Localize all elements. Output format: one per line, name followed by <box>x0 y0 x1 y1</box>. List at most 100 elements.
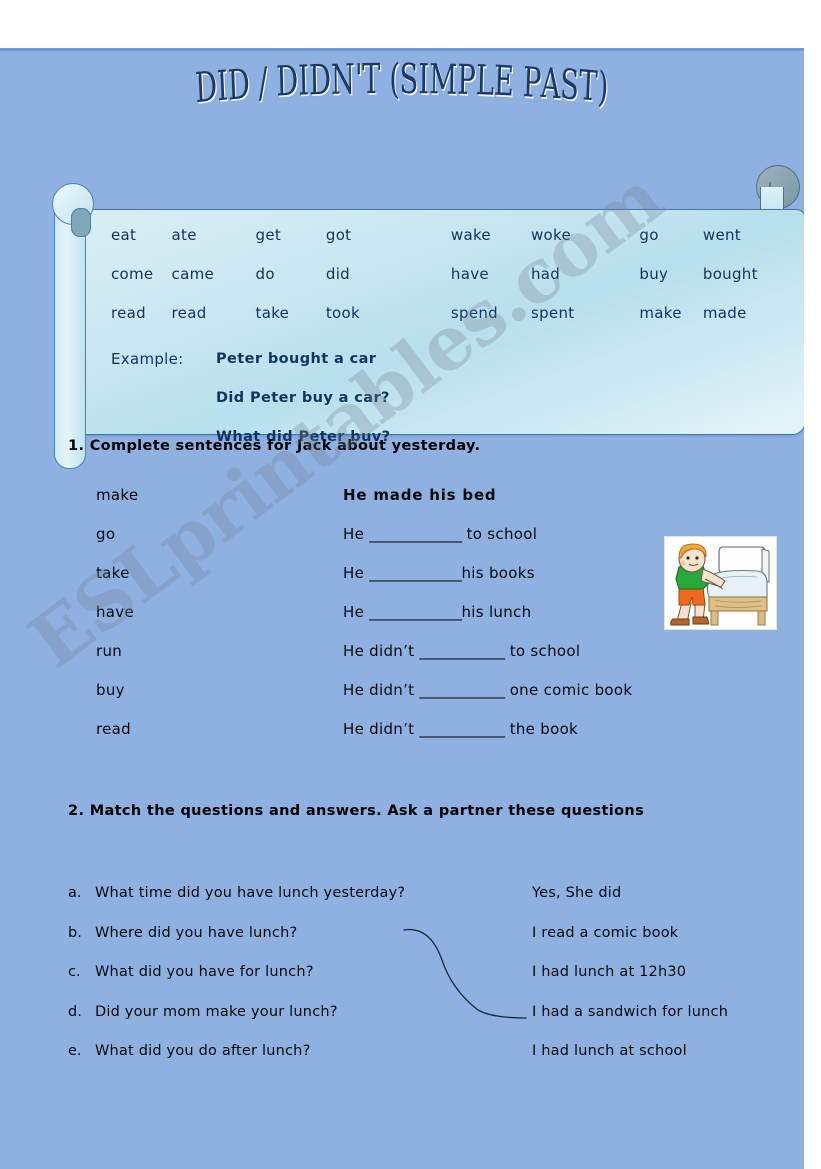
match-row: e. What did you do after lunch? I had lu… <box>0 1043 804 1083</box>
sentence-prefix: He <box>343 525 370 543</box>
title-char <box>381 56 390 103</box>
prompt-verb: make <box>96 486 139 504</box>
title-char: I <box>216 62 230 111</box>
example-line: Did Peter buy a car? <box>216 390 390 406</box>
title-char: ' <box>354 56 363 104</box>
verb-cell: take <box>255 304 290 322</box>
verb-cell: wake <box>450 226 491 244</box>
answer-sentence: He made his bed <box>343 486 497 504</box>
verb-cell: come <box>111 265 154 283</box>
verb-table: eat ate get got wake woke go went come c… <box>111 226 781 343</box>
prompt-verb: have <box>96 603 135 621</box>
sentence-prefix: He <box>343 564 370 582</box>
match-answer[interactable]: I had a sandwich for lunch <box>532 1004 728 1020</box>
answer-sentence: He _____________his books <box>343 564 535 582</box>
verb-cell: made <box>702 304 747 322</box>
title-char: T <box>362 56 381 104</box>
verb-cell: ate <box>171 226 197 244</box>
match-question[interactable]: What time did you have lunch yesterday? <box>95 885 405 901</box>
title-char: L <box>475 57 495 106</box>
verb-cell: woke <box>530 226 572 244</box>
match-answer[interactable]: I had lunch at school <box>532 1043 687 1059</box>
verb-cell: spend <box>450 304 498 322</box>
example-line: Peter bought a car <box>216 351 377 367</box>
blank-field[interactable]: _____________ <box>369 525 462 543</box>
title-char: I <box>298 57 310 106</box>
title-char: A <box>540 60 562 109</box>
page-title: DID / DIDN'T (SIMPLE PAST) <box>194 56 609 113</box>
example-label: Example: <box>111 350 184 368</box>
sentence-suffix: his books <box>461 564 535 582</box>
title-char: S <box>559 61 581 111</box>
exercise-2-heading: 2. Match the questions and answers. Ask … <box>68 803 645 819</box>
exercise-1-row: make He made his bed <box>0 486 804 525</box>
prompt-verb: read <box>96 720 131 738</box>
sentence-prefix: He didn’t <box>343 642 420 660</box>
title-char: ) <box>596 64 610 113</box>
sentence-suffix: the book <box>504 720 579 738</box>
match-row: c. What did you have for lunch? I had lu… <box>0 964 804 1004</box>
prompt-verb: run <box>96 642 123 660</box>
blank-field[interactable]: _____________ <box>369 603 462 621</box>
verb-cell: get <box>255 226 282 244</box>
sentence-suffix: his lunch <box>461 603 532 621</box>
match-letter: d. <box>68 1003 82 1020</box>
verb-cell: took <box>325 304 360 322</box>
verb-cell: spent <box>530 304 575 322</box>
blank-field[interactable]: ____________ <box>419 720 505 738</box>
scroll-curl-right-tab <box>760 187 784 211</box>
page-top-border <box>0 48 804 51</box>
match-letter: e. <box>68 1043 82 1059</box>
sentence-suffix: to school <box>461 525 538 543</box>
exercise-1-row: buy He didn’t ____________ one comic boo… <box>0 681 804 720</box>
exercise-1-row: run He didn’t ____________ to school <box>0 642 804 681</box>
title-char: ( <box>389 56 401 104</box>
blank-field[interactable]: ____________ <box>419 681 505 699</box>
verb-scroll-banner: eat ate get got wake woke go went come c… <box>46 165 804 469</box>
scroll-curl-left-inner-icon <box>71 208 91 237</box>
verb-table-row: come came do did have had buy bought <box>111 265 781 304</box>
match-question[interactable]: Where did you have lunch? <box>95 925 297 941</box>
title-char: E <box>493 57 515 107</box>
answer-sentence: He didn’t ____________ one comic book <box>343 681 632 699</box>
boy-making-bed-illustration <box>664 536 777 630</box>
sentence-suffix: to school <box>504 642 581 660</box>
verb-cell: eat <box>111 226 137 244</box>
blank-field[interactable]: ____________ <box>419 642 505 660</box>
sentence-prefix: He didn’t <box>343 720 420 738</box>
match-question[interactable]: What did you have for lunch? <box>95 964 314 980</box>
scroll-curl-left-icon <box>52 183 94 237</box>
verb-table-row: eat ate get got wake woke go went <box>111 226 781 265</box>
answer-sentence: He _____________ to school <box>343 525 537 543</box>
match-answer[interactable]: Yes, She did <box>532 885 621 901</box>
exercise-1-heading: 1. Complete sentences for Jack about yes… <box>68 438 481 454</box>
blank-field[interactable]: _____________ <box>369 564 462 582</box>
title-char: T <box>578 62 599 112</box>
title-char <box>249 61 259 109</box>
match-answer[interactable]: I had lunch at 12h30 <box>532 964 686 980</box>
answer-sentence: He didn’t ____________ the book <box>343 720 578 738</box>
sentence-prefix: He <box>343 603 370 621</box>
verb-cell: do <box>255 265 275 283</box>
title-char: D <box>308 56 332 105</box>
verb-cell: went <box>702 226 741 244</box>
title-char: D <box>276 57 300 107</box>
verb-cell: read <box>171 304 207 322</box>
title-char: N <box>330 56 356 105</box>
title-char: P <box>522 59 542 108</box>
title-char: I <box>418 56 430 104</box>
match-question[interactable]: What did you do after lunch? <box>95 1043 310 1059</box>
title-char: M <box>429 56 458 105</box>
verb-cell: came <box>171 265 215 283</box>
title-char <box>267 59 277 107</box>
title-char: D <box>194 63 219 113</box>
answer-sentence: He didn’t ____________ to school <box>343 642 580 660</box>
verb-cell: bought <box>702 265 758 283</box>
match-answer[interactable]: I read a comic book <box>532 925 678 941</box>
title-char: D <box>227 61 251 111</box>
match-question[interactable]: Did your mom make your lunch? <box>95 1004 338 1020</box>
title-char: S <box>400 56 420 104</box>
scroll-body: eat ate get got wake woke go went come c… <box>64 209 804 445</box>
match-row: d. Did your mom make your lunch? I had a… <box>0 1004 804 1044</box>
verb-cell: did <box>325 265 350 283</box>
